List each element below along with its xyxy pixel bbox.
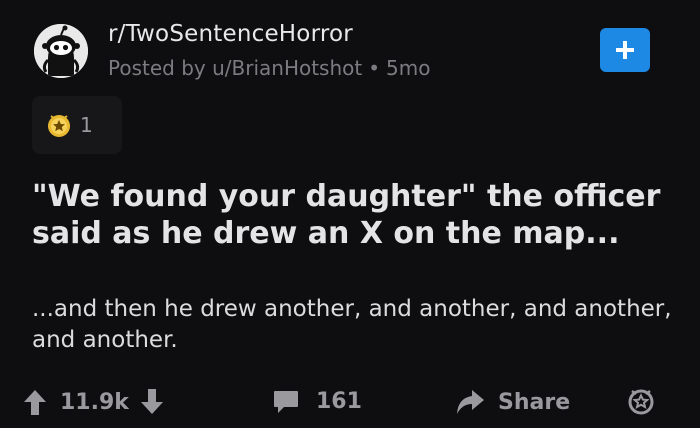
join-button[interactable] xyxy=(600,28,650,72)
post-title[interactable]: "We found your daughter" the officer sai… xyxy=(32,178,672,252)
downvote-button[interactable] xyxy=(139,388,165,416)
comment-icon xyxy=(274,391,298,413)
post-card: r/TwoSentenceHorror Posted by u/BrianHot… xyxy=(0,0,700,420)
vote-score: 11.9k xyxy=(60,389,129,415)
arrow-down-icon xyxy=(140,389,163,414)
award-outline-icon xyxy=(628,389,654,415)
post-meta: Posted by u/BrianHotshot • 5mo xyxy=(108,56,430,80)
arrow-up-icon xyxy=(24,390,46,415)
award-count: 1 xyxy=(80,113,93,137)
give-award-button[interactable] xyxy=(626,386,656,420)
author-link[interactable]: u/BrianHotshot xyxy=(212,56,362,80)
share-icon xyxy=(457,390,484,414)
subreddit-avatar[interactable] xyxy=(34,24,88,78)
post-age: 5mo xyxy=(386,56,431,80)
post-body: ...and then he drew another, and another… xyxy=(32,296,672,353)
comments-count: 161 xyxy=(316,388,362,414)
meta-separator: • xyxy=(368,56,381,80)
vote-controls: 11.9k xyxy=(22,388,165,416)
share-button[interactable]: Share xyxy=(454,388,570,416)
upvote-button[interactable] xyxy=(22,388,48,416)
award-icon xyxy=(48,115,70,137)
share-label: Share xyxy=(498,389,571,415)
posted-by-label: Posted by xyxy=(108,56,206,80)
ghost-mascot-icon xyxy=(34,24,88,78)
post-header: r/TwoSentenceHorror Posted by u/BrianHot… xyxy=(34,18,674,82)
post-actions-bar: 11.9k 161 Share xyxy=(0,384,700,428)
subreddit-name[interactable]: r/TwoSentenceHorror xyxy=(108,21,353,47)
award-badge[interactable]: 1 xyxy=(32,96,122,154)
plus-icon xyxy=(616,41,634,59)
comments-button[interactable]: 161 xyxy=(272,388,362,414)
